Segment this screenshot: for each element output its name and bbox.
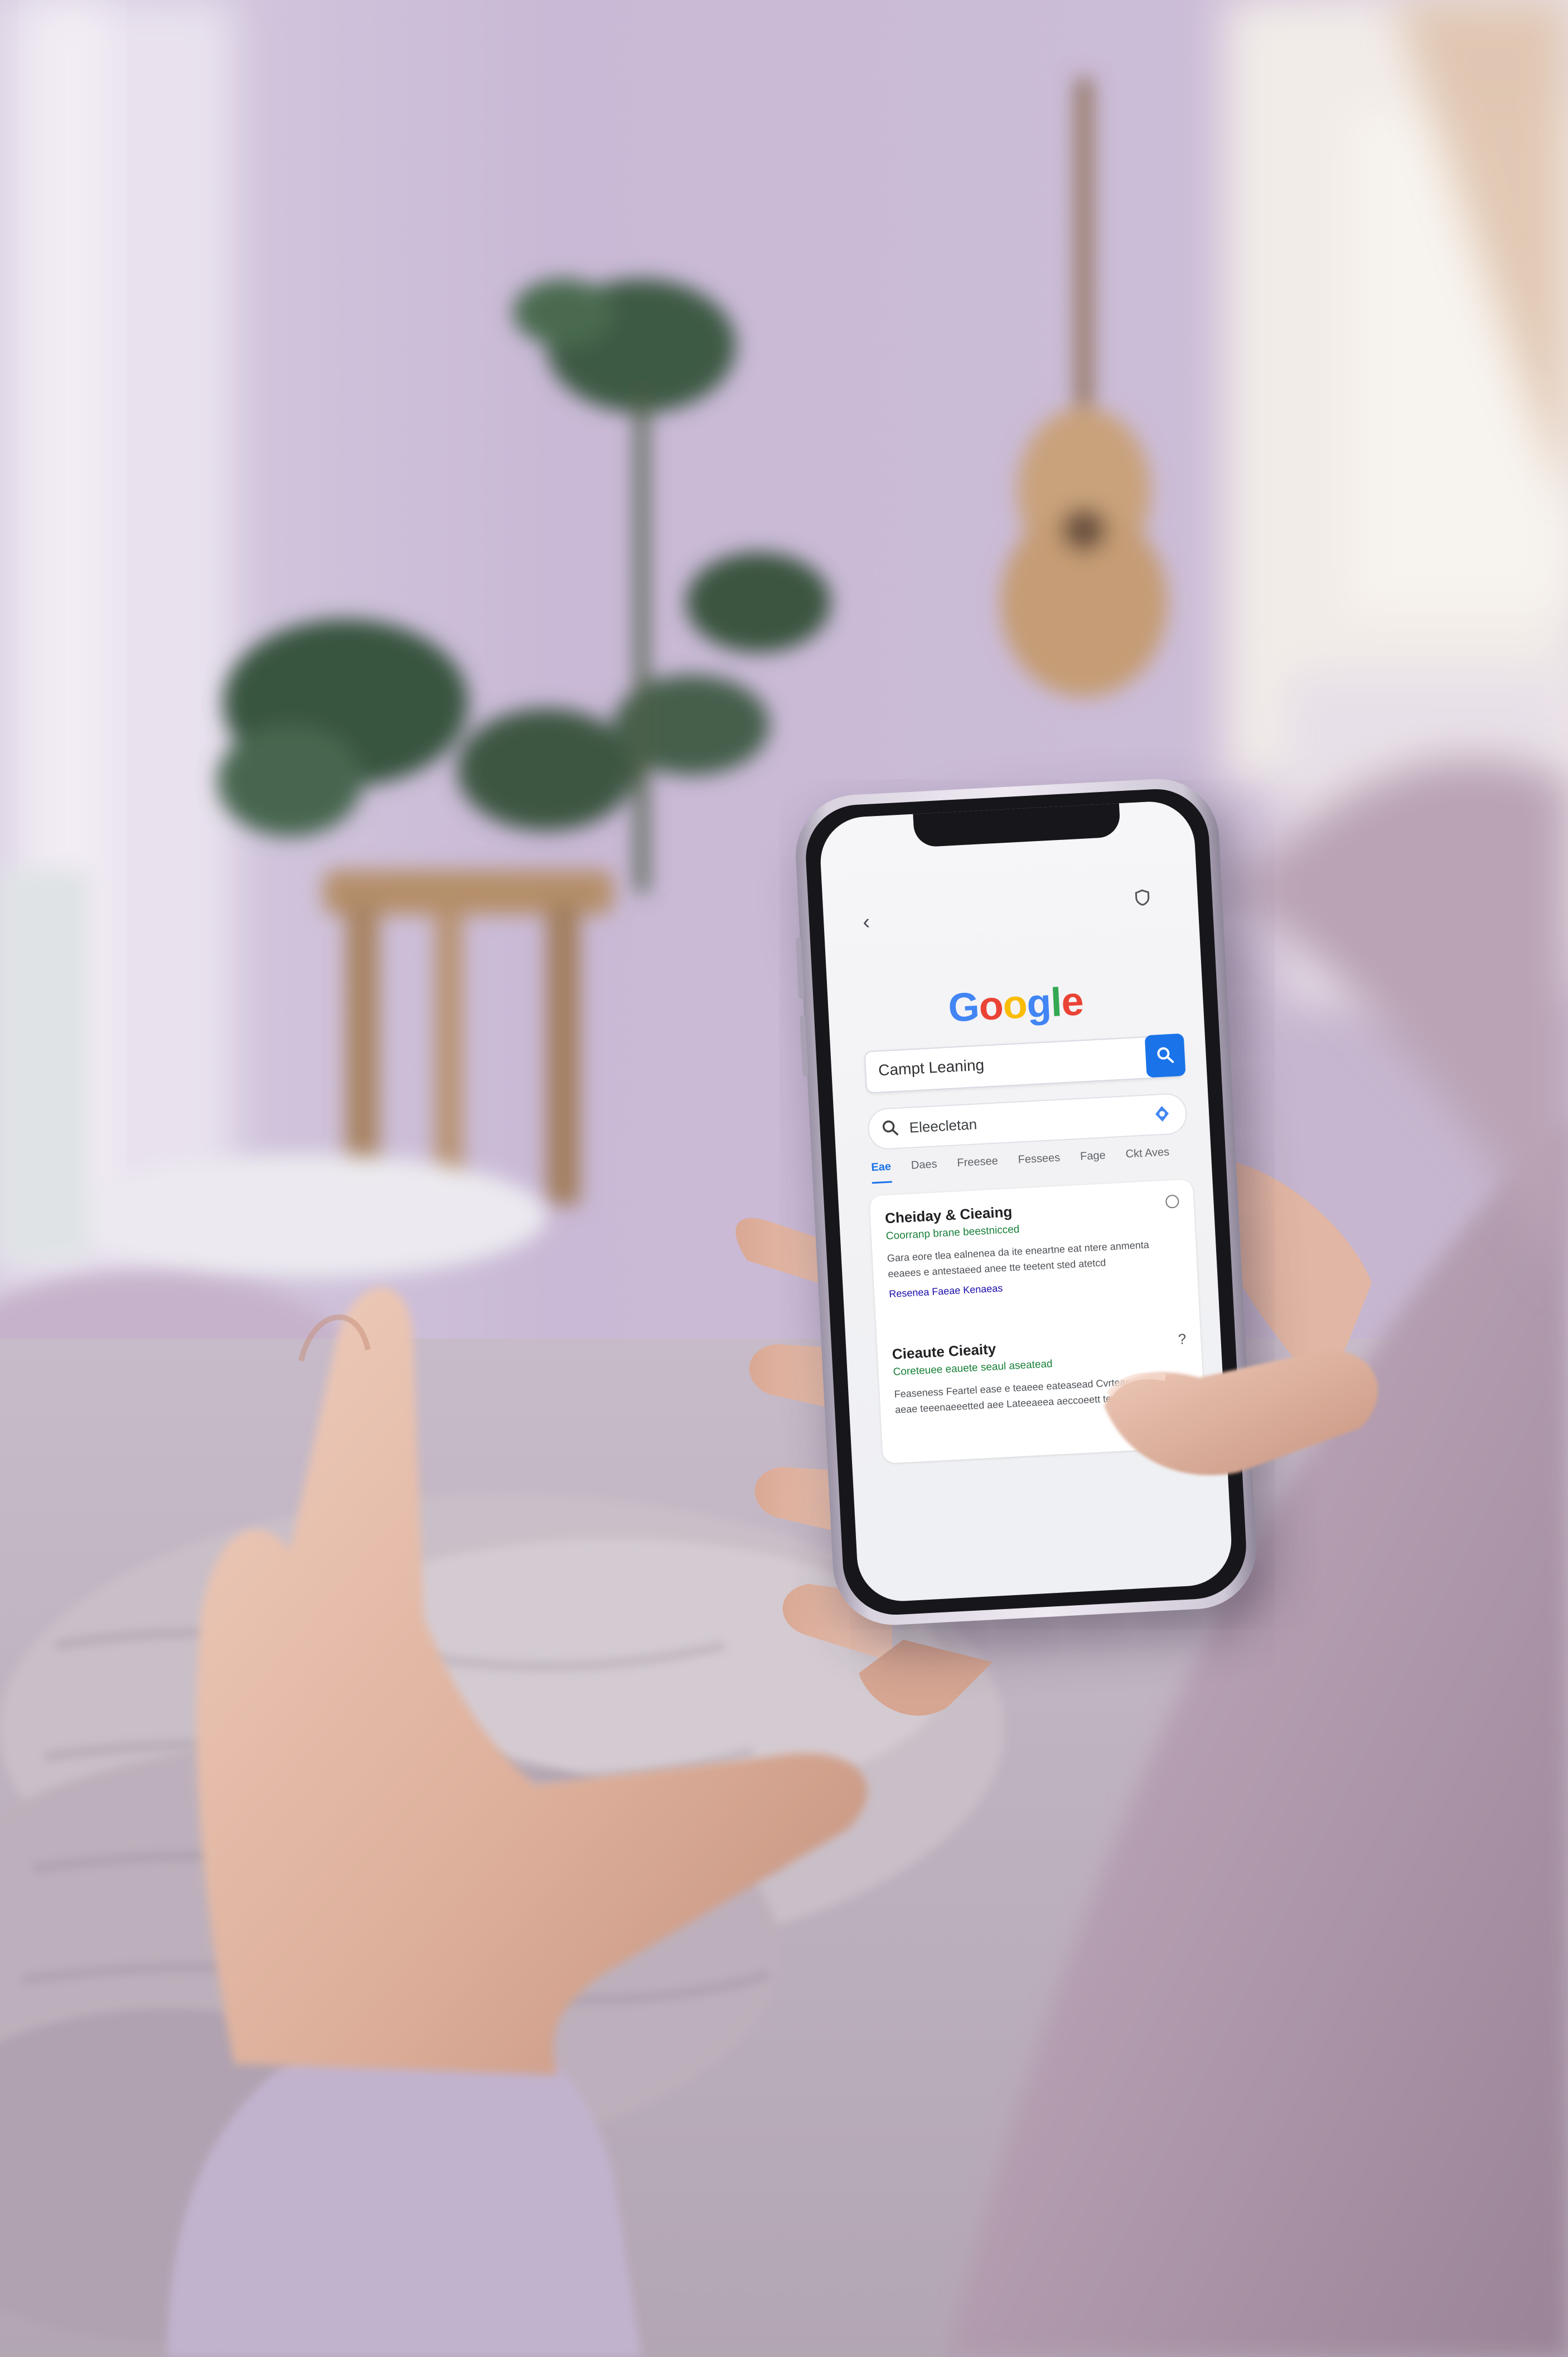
search-result[interactable]: Cheiday & Cieaing Coorranp brane beestni… (884, 1194, 1183, 1300)
google-logo-letter: G (947, 984, 980, 1031)
tab-4[interactable]: Fage (1080, 1149, 1107, 1172)
tab-1[interactable]: Daes (911, 1158, 938, 1181)
notch (913, 802, 1121, 848)
help-icon[interactable]: ? (1178, 1330, 1187, 1348)
google-logo-letter: e (1060, 979, 1085, 1025)
search-button[interactable] (1144, 1033, 1186, 1078)
result-snippet: Feaseness Feartel ease e teaeee eateasea… (894, 1374, 1173, 1416)
magnifier-icon (882, 1120, 899, 1136)
tab-0[interactable]: Eae (870, 1160, 892, 1184)
smartphone: ‹ Google Campt Leaning Eleecletan Eae Da… (792, 776, 1260, 1628)
search-result[interactable]: Cieaute Cieaity Coreteuee eauete seaul a… (892, 1330, 1189, 1417)
back-arrow-icon[interactable]: ‹ (862, 910, 870, 935)
result-snippet: Gara eore tlea ealnenea da ite eneartne … (887, 1239, 1150, 1280)
photo-scene: ‹ Google Campt Leaning Eleecletan Eae Da… (0, 0, 1568, 2357)
google-logo-letter: o (1001, 982, 1028, 1028)
lens-icon[interactable] (1151, 1103, 1173, 1124)
google-logo: Google (827, 972, 1204, 1037)
google-logo-letter: g (1025, 981, 1052, 1027)
secondary-search-bar[interactable]: Eleecletan (867, 1092, 1188, 1151)
shield-icon[interactable] (1135, 889, 1150, 906)
phone-screen: ‹ Google Campt Leaning Eleecletan Eae Da… (818, 799, 1234, 1603)
browser-top-row: ‹ (850, 868, 1170, 934)
google-logo-letter: o (977, 983, 1004, 1029)
tab-5[interactable]: Ckt Aves (1125, 1146, 1170, 1170)
secondary-search-text[interactable]: Eleecletan (909, 1115, 977, 1136)
results-card: Cheiday & Cieaing Coorranp brane beestni… (869, 1179, 1207, 1464)
room-background (0, 0, 1568, 2357)
search-query[interactable]: Campt Leaning (878, 1056, 984, 1080)
phone-bezel: ‹ Google Campt Leaning Eleecletan Eae Da… (803, 786, 1249, 1617)
tab-2[interactable]: Freesee (957, 1155, 999, 1180)
search-bar[interactable]: Campt Leaning (864, 1033, 1186, 1094)
search-icon (1157, 1047, 1174, 1063)
search-tabs: Eae Daes Freesee Fessees Fage Ckt Aves (870, 1144, 1195, 1184)
tab-3[interactable]: Fessees (1018, 1152, 1061, 1176)
